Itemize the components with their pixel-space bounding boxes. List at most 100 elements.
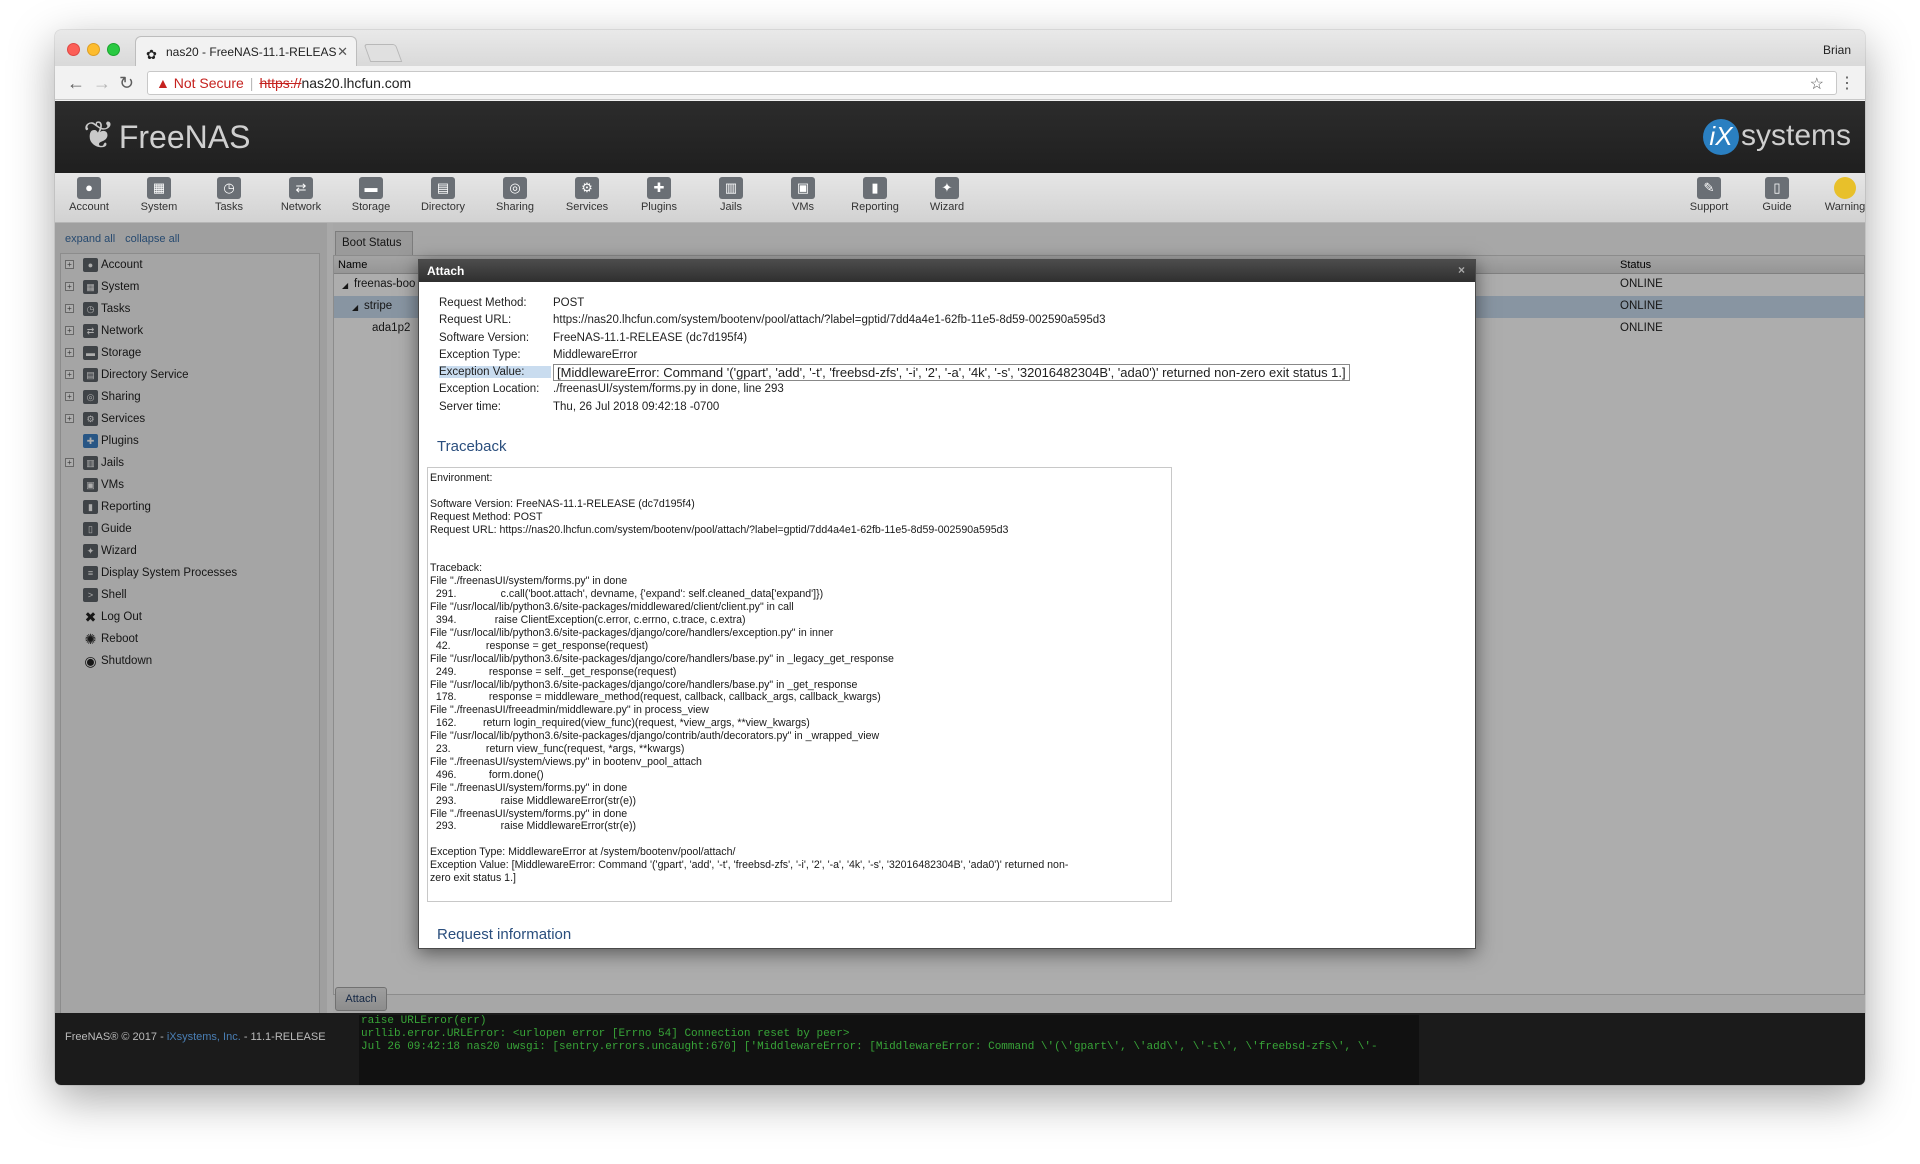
reload-icon[interactable]: ↻: [119, 73, 134, 94]
storage-icon: ▬: [359, 177, 383, 199]
directory-icon: ▤: [431, 177, 455, 199]
plugins-icon: ✚: [647, 177, 671, 199]
bookmark-star-icon[interactable]: ☆: [1810, 74, 1824, 94]
footer-copyright: FreeNAS® © 2017 - iXsystems, Inc. - 11.1…: [65, 1031, 326, 1043]
freenas-logo: ❦ FreeNAS: [83, 113, 250, 158]
toolbar-system[interactable]: ▦ System: [127, 177, 191, 213]
back-arrow-icon[interactable]: ←: [67, 73, 85, 94]
sharing-icon: ◎: [503, 177, 527, 199]
toolbar-label: Directory: [420, 201, 465, 213]
main-toolbar: ● Account ▦ System ◷ Tasks ⇄ Network ▬ Storag…: [55, 173, 1865, 223]
zoom-window-button[interactable]: [107, 43, 120, 56]
guide-icon: ▯: [1765, 177, 1789, 199]
toolbar-account[interactable]: ● Account: [57, 177, 121, 213]
meta-key: Software Version:: [439, 331, 530, 344]
profile-name[interactable]: Brian: [1823, 43, 1851, 57]
forward-arrow-icon[interactable]: →: [93, 73, 111, 94]
toolbar-label: Tasks: [214, 201, 244, 213]
wizard-icon: ✦: [935, 177, 959, 199]
freenas-page: ❦ FreeNAS iX systems ● Account ▦ System ◷ Tas…: [55, 101, 1865, 1085]
warning-icon: [1834, 177, 1856, 199]
toolbar-services[interactable]: ⚙ Services: [555, 177, 619, 213]
attach-dialog: Attach × Request Method: POST Request URL:…: [418, 259, 1476, 949]
address-bar-row: ← → ↻ ▲ Not Secure | https://nas20.lhcfun.…: [55, 66, 1865, 100]
console-log[interactable]: raise URLError(err) urllib.error.URLError…: [359, 1015, 1419, 1085]
tasks-icon: ◷: [217, 177, 241, 199]
minimize-window-button[interactable]: [87, 43, 100, 56]
toolbar-label: Plugins: [640, 201, 678, 213]
toolbar-label: Guide: [1762, 201, 1792, 213]
toolbar-label: Storage: [351, 201, 391, 213]
meta-value: https://nas20.lhcfun.com/system/bootenv/…: [553, 314, 1106, 327]
browser-window: ✿ nas20 - FreeNAS-11.1-RELEAS ✕ Brian ← →…: [55, 30, 1865, 1085]
window-controls: [67, 43, 127, 61]
account-icon: ●: [77, 177, 101, 199]
console-line: raise URLError(err): [361, 1015, 487, 1027]
new-tab-button[interactable]: [363, 44, 403, 62]
url-host: nas20.lhcfun.com: [301, 75, 412, 91]
toolbar-label: Support: [1689, 201, 1729, 213]
toolbar-sharing[interactable]: ◎ Sharing: [483, 177, 547, 213]
meta-value: ./freenasUI/system/forms.py in done, lin…: [553, 383, 784, 396]
network-icon: ⇄: [289, 177, 313, 199]
close-window-button[interactable]: [67, 43, 80, 56]
toolbar-wizard[interactable]: ✦ Wizard: [915, 177, 979, 213]
url-input[interactable]: ▲ Not Secure | https://nas20.lhcfun.com ☆: [147, 71, 1837, 95]
meta-key: Exception Location:: [439, 383, 540, 396]
traceback-textarea[interactable]: Environment: Software Version: FreeNAS-1…: [427, 467, 1172, 902]
close-icon[interactable]: ×: [1458, 263, 1465, 277]
toolbar-warning[interactable]: Warning: [1813, 177, 1865, 213]
version-text: - 11.1-RELEASE: [240, 1031, 326, 1043]
toolbar-vms[interactable]: ▣ VMs: [771, 177, 835, 213]
ixsystems-logo: iX systems: [1702, 119, 1851, 155]
traceback-heading[interactable]: Traceback: [437, 438, 506, 455]
ixsystems-link[interactable]: iXsystems, Inc.: [167, 1031, 241, 1043]
browser-menu-icon[interactable]: ⋮: [1839, 73, 1855, 93]
security-label[interactable]: Not Secure: [174, 75, 244, 91]
reporting-icon: ▮: [863, 177, 887, 199]
tab-title: nas20 - FreeNAS-11.1-RELEAS: [166, 45, 337, 59]
meta-value: MiddlewareError: [553, 348, 638, 361]
meta-key: Server time:: [439, 400, 501, 413]
meta-key: Request Method:: [439, 297, 527, 309]
toolbar-label: Services: [565, 201, 609, 213]
freenas-favicon-icon: ✿: [146, 47, 157, 62]
ix-mark: iX: [1702, 119, 1739, 155]
toolbar-tasks[interactable]: ◷ Tasks: [197, 177, 261, 213]
toolbar-guide[interactable]: ▯ Guide: [1745, 177, 1809, 213]
services-icon: ⚙: [575, 177, 599, 199]
dialog-title: Attach ×: [419, 260, 1475, 282]
meta-value: POST: [553, 297, 585, 309]
browser-tab[interactable]: ✿ nas20 - FreeNAS-11.1-RELEAS ✕: [135, 36, 357, 66]
close-tab-icon[interactable]: ✕: [337, 44, 348, 60]
meta-key: Exception Type:: [439, 348, 521, 361]
toolbar-support[interactable]: ✎ Support: [1677, 177, 1741, 213]
console-line: urllib.error.URLError: <urlopen error [E…: [361, 1028, 850, 1040]
meta-key: Exception Value:: [439, 366, 551, 379]
logo-text: FreeNAS: [118, 119, 251, 155]
divider: |: [249, 75, 254, 91]
support-icon: ✎: [1697, 177, 1721, 199]
meta-value: Thu, 26 Jul 2018 09:42:18 -0700: [553, 400, 720, 413]
toolbar-reporting[interactable]: ▮ Reporting: [843, 177, 907, 213]
toolbar-plugins[interactable]: ✚ Plugins: [627, 177, 691, 213]
warning-triangle-icon: ▲: [156, 75, 170, 91]
toolbar-network[interactable]: ⇄ Network: [269, 177, 333, 213]
toolbar-storage[interactable]: ▬ Storage: [339, 177, 403, 213]
exception-value-field[interactable]: [MiddlewareError: Command '('gpart', 'ad…: [553, 364, 1350, 382]
ix-brand-text: systems: [1740, 119, 1851, 152]
request-information-heading: Request information: [437, 926, 572, 943]
tab-bar: ✿ nas20 - FreeNAS-11.1-RELEAS ✕ Brian: [55, 30, 1865, 66]
copyright-text: FreeNAS® © 2017 -: [65, 1031, 167, 1043]
vms-icon: ▣: [791, 177, 815, 199]
toolbar-label: System: [140, 201, 178, 213]
toolbar-label: Jails: [719, 201, 742, 213]
toolbar-label: Account: [69, 201, 109, 213]
dialog-title-text: Attach: [427, 264, 465, 278]
toolbar-jails[interactable]: ▥ Jails: [699, 177, 763, 213]
toolbar-directory[interactable]: ▤ Directory: [411, 177, 475, 213]
toolbar-label: Reporting: [851, 201, 899, 213]
jails-icon: ▥: [719, 177, 743, 199]
app-header: ❦ FreeNAS iX systems: [55, 101, 1865, 173]
toolbar-label: Wizard: [929, 201, 965, 213]
